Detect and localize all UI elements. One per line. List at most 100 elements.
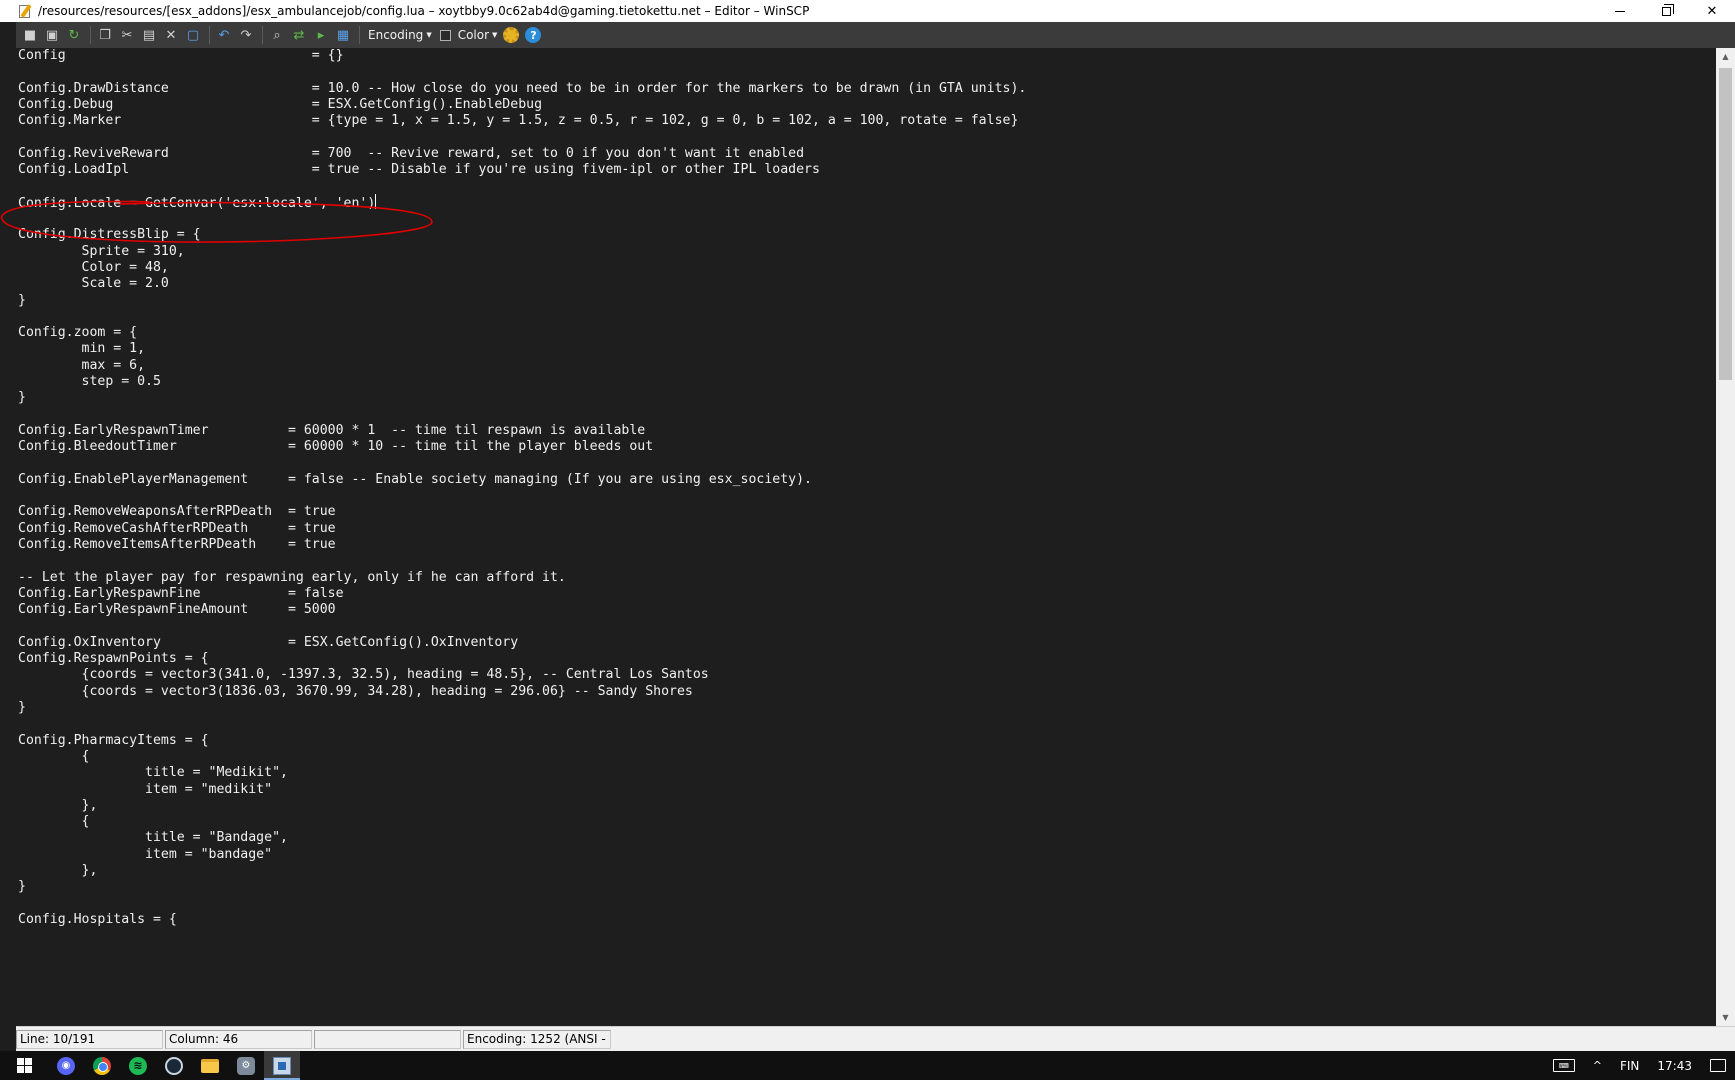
- close-icon: ✕: [1706, 3, 1718, 19]
- find-icon: ⌕: [273, 27, 281, 43]
- minimize-button[interactable]: [1597, 0, 1643, 22]
- taskbar-chrome[interactable]: [84, 1051, 120, 1080]
- code-line[interactable]: }: [18, 699, 26, 717]
- taskbar-winscp[interactable]: [264, 1051, 300, 1080]
- code-line[interactable]: step = 0.5: [18, 373, 161, 391]
- help-button[interactable]: ?: [523, 25, 543, 45]
- code-line-text: Config.Marker = {type = 1, x = 1.5, y = …: [18, 113, 1019, 129]
- code-line[interactable]: Config.EarlyRespawnFineAmount = 5000: [18, 601, 336, 619]
- code-line[interactable]: item = "bandage": [18, 846, 272, 864]
- close-button[interactable]: ✕: [1689, 0, 1735, 22]
- find-next-button[interactable]: ▸: [311, 25, 331, 45]
- code-line[interactable]: }: [18, 292, 26, 310]
- scroll-down-icon[interactable]: ▼: [1716, 1009, 1735, 1026]
- code-line-text: max = 6,: [18, 357, 146, 373]
- code-line-text: Config.Locale = GetConvar('esx:locale', …: [18, 195, 376, 211]
- code-line[interactable]: }: [18, 878, 26, 896]
- window-controls: ✕: [1597, 0, 1735, 22]
- code-line[interactable]: Config.RemoveCashAfterRPDeath = true: [18, 520, 336, 538]
- code-line-text: item = "medikit": [18, 781, 273, 797]
- code-line[interactable]: Config.DrawDistance = 10.0 -- How close …: [18, 80, 1026, 98]
- taskbar-spotify[interactable]: ≋: [120, 1051, 156, 1080]
- code-line[interactable]: Config.EarlyRespawnFine = false: [18, 585, 344, 603]
- save-all-button[interactable]: ▣: [42, 25, 62, 45]
- code-line[interactable]: Config.Locale = GetConvar('esx:locale', …: [18, 193, 377, 212]
- code-line[interactable]: {coords = vector3(1836.03, 3670.99, 34.2…: [18, 683, 693, 701]
- code-line[interactable]: }: [18, 389, 26, 407]
- replace-button[interactable]: ⇄: [289, 25, 309, 45]
- code-line-text: title = "Bandage",: [18, 830, 288, 846]
- goto-line-button[interactable]: ▦: [333, 25, 353, 45]
- select-all-button[interactable]: ▢: [183, 25, 203, 45]
- app-icon: ⚙: [237, 1056, 255, 1075]
- start-button[interactable]: [0, 1051, 48, 1080]
- save-icon: ■: [23, 27, 37, 43]
- taskbar-steam[interactable]: [156, 1051, 192, 1080]
- action-center-button[interactable]: [1701, 1051, 1735, 1080]
- code-line[interactable]: Config.Marker = {type = 1, x = 1.5, y = …: [18, 112, 1018, 130]
- paste-button[interactable]: ▤: [139, 25, 159, 45]
- undo-icon: ↶: [218, 27, 230, 43]
- code-line[interactable]: Sprite = 310,: [18, 243, 185, 261]
- reload-button[interactable]: ↻: [64, 25, 84, 45]
- color-dropdown[interactable]: Color ▼: [454, 28, 502, 42]
- maximize-button[interactable]: [1643, 0, 1689, 22]
- copy-button[interactable]: ❐: [95, 25, 115, 45]
- select-all-icon: ▢: [186, 27, 200, 43]
- chevron-up-icon: ^: [1592, 1059, 1602, 1072]
- code-line[interactable]: item = "medikit": [18, 781, 272, 799]
- code-line[interactable]: Config.DistressBlip = {: [18, 226, 201, 244]
- save-button[interactable]: ■: [20, 25, 40, 45]
- taskbar-discord[interactable]: ◉: [48, 1051, 84, 1080]
- cut-button[interactable]: ✂: [117, 25, 137, 45]
- vertical-scrollbar[interactable]: ▲ ▼: [1716, 48, 1735, 1026]
- code-line[interactable]: title = "Medikit",: [18, 764, 288, 782]
- code-line[interactable]: Config.RemoveWeaponsAfterRPDeath = true: [18, 503, 336, 521]
- scroll-up-icon[interactable]: ▲: [1716, 48, 1735, 65]
- taskbar-file-explorer[interactable]: [192, 1051, 228, 1080]
- encoding-dropdown[interactable]: Encoding ▼: [364, 28, 436, 42]
- code-line[interactable]: {coords = vector3(341.0, -1397.3, 32.5),…: [18, 666, 709, 684]
- reload-icon: ↻: [68, 27, 80, 43]
- scissors-icon: ✂: [121, 27, 133, 43]
- code-line-text: Config.zoom = {: [18, 325, 138, 341]
- code-line[interactable]: Config.LoadIpl = true -- Disable if you'…: [18, 161, 820, 179]
- code-line[interactable]: Config.OxInventory = ESX.GetConfig().OxI…: [18, 634, 518, 652]
- code-line[interactable]: -- Let the player pay for respawning ear…: [18, 569, 566, 587]
- show-hidden-icons-button[interactable]: ^: [1584, 1051, 1611, 1080]
- code-line[interactable]: Color = 48,: [18, 259, 169, 277]
- code-line[interactable]: Config.ReviveReward = 700 -- Revive rewa…: [18, 145, 804, 163]
- code-line-text: Config.PharmacyItems = {: [18, 732, 209, 748]
- code-line[interactable]: Config = {}: [18, 48, 344, 65]
- redo-button[interactable]: ↷: [236, 25, 256, 45]
- code-line[interactable]: title = "Bandage",: [18, 829, 288, 847]
- code-line[interactable]: Config.Hospitals = {: [18, 911, 177, 929]
- color-checkbox[interactable]: [439, 29, 451, 41]
- clock[interactable]: 17:43: [1648, 1051, 1701, 1080]
- preferences-button[interactable]: [501, 25, 521, 45]
- code-line[interactable]: Config.RespawnPoints = {: [18, 650, 209, 668]
- find-button[interactable]: ⌕: [267, 25, 287, 45]
- delete-button[interactable]: ✕: [161, 25, 181, 45]
- scrollbar-thumb[interactable]: [1719, 68, 1732, 380]
- code-line[interactable]: Config.zoom = {: [18, 324, 137, 342]
- code-line[interactable]: Config.EnablePlayerManagement = false --…: [18, 471, 812, 489]
- input-language[interactable]: FIN: [1611, 1051, 1648, 1080]
- code-line[interactable]: },: [18, 862, 98, 880]
- code-line[interactable]: max = 6,: [18, 357, 146, 375]
- code-line[interactable]: Config.Debug = ESX.GetConfig().EnableDeb…: [18, 96, 542, 114]
- touch-keyboard-button[interactable]: ⌨: [1544, 1051, 1584, 1080]
- undo-button[interactable]: ↶: [214, 25, 234, 45]
- code-line[interactable]: Config.PharmacyItems = {: [18, 732, 209, 750]
- code-line[interactable]: Config.BleedoutTimer = 60000 * 10 -- tim…: [18, 438, 653, 456]
- code-line[interactable]: Scale = 2.0: [18, 275, 169, 293]
- code-line[interactable]: {: [18, 748, 90, 766]
- code-editor[interactable]: Config = {} Config.DrawDistance = 10.0 --…: [16, 48, 1716, 1026]
- code-line[interactable]: {: [18, 813, 90, 831]
- code-line[interactable]: },: [18, 797, 98, 815]
- chrome-icon: [93, 1056, 111, 1075]
- taskbar-app[interactable]: ⚙: [228, 1051, 264, 1080]
- code-line[interactable]: Config.RemoveItemsAfterRPDeath = true: [18, 536, 336, 554]
- code-line[interactable]: min = 1,: [18, 340, 146, 358]
- code-line[interactable]: Config.EarlyRespawnTimer = 60000 * 1 -- …: [18, 422, 645, 440]
